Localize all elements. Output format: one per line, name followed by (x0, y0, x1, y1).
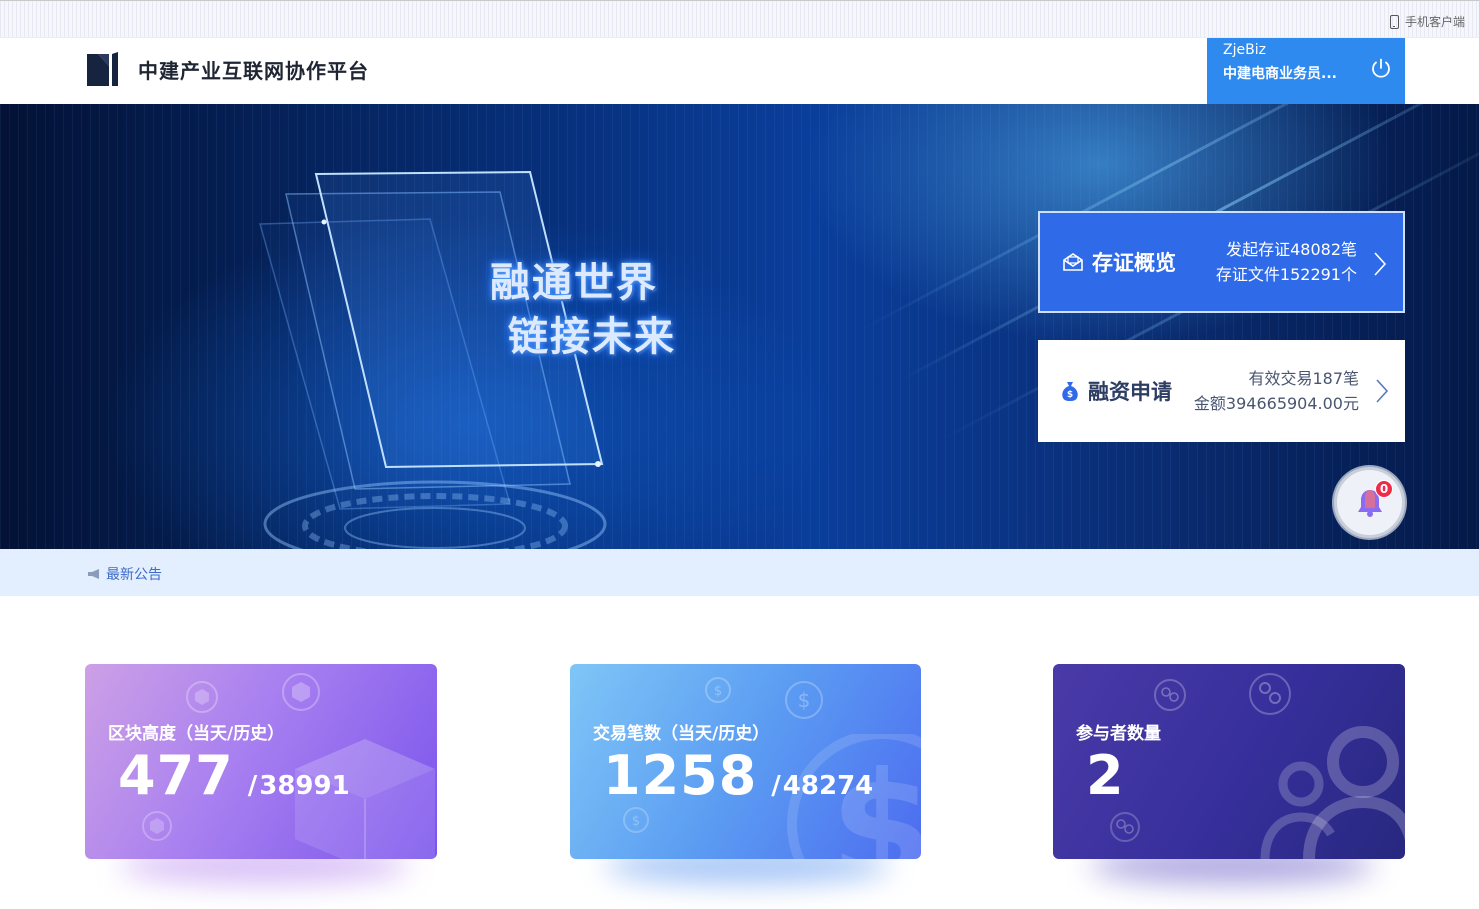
financing-application-card[interactable]: $ 融资申请 有效交易187笔 金额394665904.00元 (1038, 340, 1405, 442)
megaphone-icon (88, 569, 99, 579)
banner-slogan: 融通世界 链接未来 (490, 256, 676, 364)
envelope-icon (1063, 253, 1083, 271)
block-height-card: 区块高度（当天/历史） 477 / 38991 (85, 664, 437, 859)
cube-circle-icon (142, 811, 172, 841)
notification-badge: 0 (1375, 480, 1393, 498)
value-separator: / (247, 771, 258, 801)
block-height-values: 477 / 38991 (118, 744, 350, 807)
slogan-line-1: 融通世界 (490, 260, 658, 306)
participant-count-value: 2 (1086, 744, 1125, 807)
logo-icon (87, 52, 118, 86)
announcement-label: 最新公告 (106, 567, 162, 583)
top-utility-bar: 手机客户端 (0, 0, 1479, 38)
svg-text:$: $ (798, 688, 811, 712)
value-separator: / (771, 771, 781, 801)
transaction-count-label: 交易笔数（当天/历史） (593, 724, 770, 744)
dollar-circle-icon: $ (785, 681, 823, 719)
nodes-circle-icon (1154, 679, 1186, 711)
transaction-count-history: 48274 (782, 771, 874, 801)
site-header: 中建产业互联网协作平台 ZjeBiz 中建电商业务员... (0, 38, 1479, 104)
evidence-overview-card[interactable]: 存证概览 发起存证48082笔 存证文件152291个 (1038, 211, 1405, 313)
evidence-card-title: 存证概览 (1092, 251, 1176, 275)
hero-banner: 融通世界 链接未来 存证概览 发起存证48082笔 存证文件152291个 $ (0, 104, 1479, 549)
chevron-right-icon (1374, 252, 1387, 276)
svg-text:$: $ (714, 684, 722, 699)
evidence-count: 发起存证48082笔 (1226, 240, 1357, 259)
transaction-count-today: 1258 (603, 744, 758, 807)
transaction-count-values: 1258 / 48274 (603, 744, 873, 807)
participant-count-values: 2 (1086, 744, 1125, 807)
evidence-file-count: 存证文件152291个 (1215, 265, 1357, 284)
cube-circle-icon (282, 673, 320, 711)
power-icon[interactable] (1369, 57, 1393, 81)
cube-circle-icon (186, 681, 218, 713)
slogan-line-2: 链接未来 (508, 314, 676, 360)
mobile-client-label: 手机客户端 (1404, 15, 1465, 29)
svg-text:$: $ (1067, 390, 1073, 400)
block-height-history: 38991 (259, 771, 350, 801)
notification-button[interactable]: 0 (1334, 467, 1405, 538)
logo-link[interactable]: 中建产业互联网协作平台 (87, 52, 369, 86)
financing-amount: 金额394665904.00元 (1193, 394, 1359, 413)
phone-icon (1389, 14, 1399, 29)
block-height-today: 477 (118, 744, 234, 807)
participant-count-label: 参与者数量 (1076, 724, 1161, 744)
nodes-circle-icon (1249, 673, 1291, 715)
dollar-circle-icon: $ (705, 677, 731, 703)
nodes-circle-icon (1110, 812, 1140, 842)
transaction-count-card: $ $ $ $ 交易笔数（当天/历史） 1258 / 48274 (570, 664, 921, 859)
chevron-right-icon (1376, 379, 1389, 403)
site-title: 中建产业互联网协作平台 (138, 58, 369, 83)
participant-count-card: 参与者数量 2 (1053, 664, 1405, 859)
users-icon (1260, 726, 1405, 859)
announcement-bar: 最新公告 (0, 549, 1479, 596)
money-bag-icon: $ (1062, 382, 1078, 401)
svg-text:$: $ (632, 814, 640, 829)
valid-transaction-count: 有效交易187笔 (1248, 369, 1359, 388)
block-height-label: 区块高度（当天/历史） (108, 724, 285, 744)
mobile-client-link[interactable]: 手机客户端 (1389, 13, 1465, 30)
dollar-circle-icon: $ (623, 807, 649, 833)
user-menu[interactable]: ZjeBiz 中建电商业务员... (1207, 38, 1405, 104)
user-company: 中建电商业务员... (1223, 66, 1337, 82)
financing-card-title: 融资申请 (1088, 380, 1172, 404)
banner-background (0, 104, 1479, 549)
latest-announcement-link[interactable]: 最新公告 (87, 564, 162, 584)
user-name: ZjeBiz (1223, 42, 1266, 58)
